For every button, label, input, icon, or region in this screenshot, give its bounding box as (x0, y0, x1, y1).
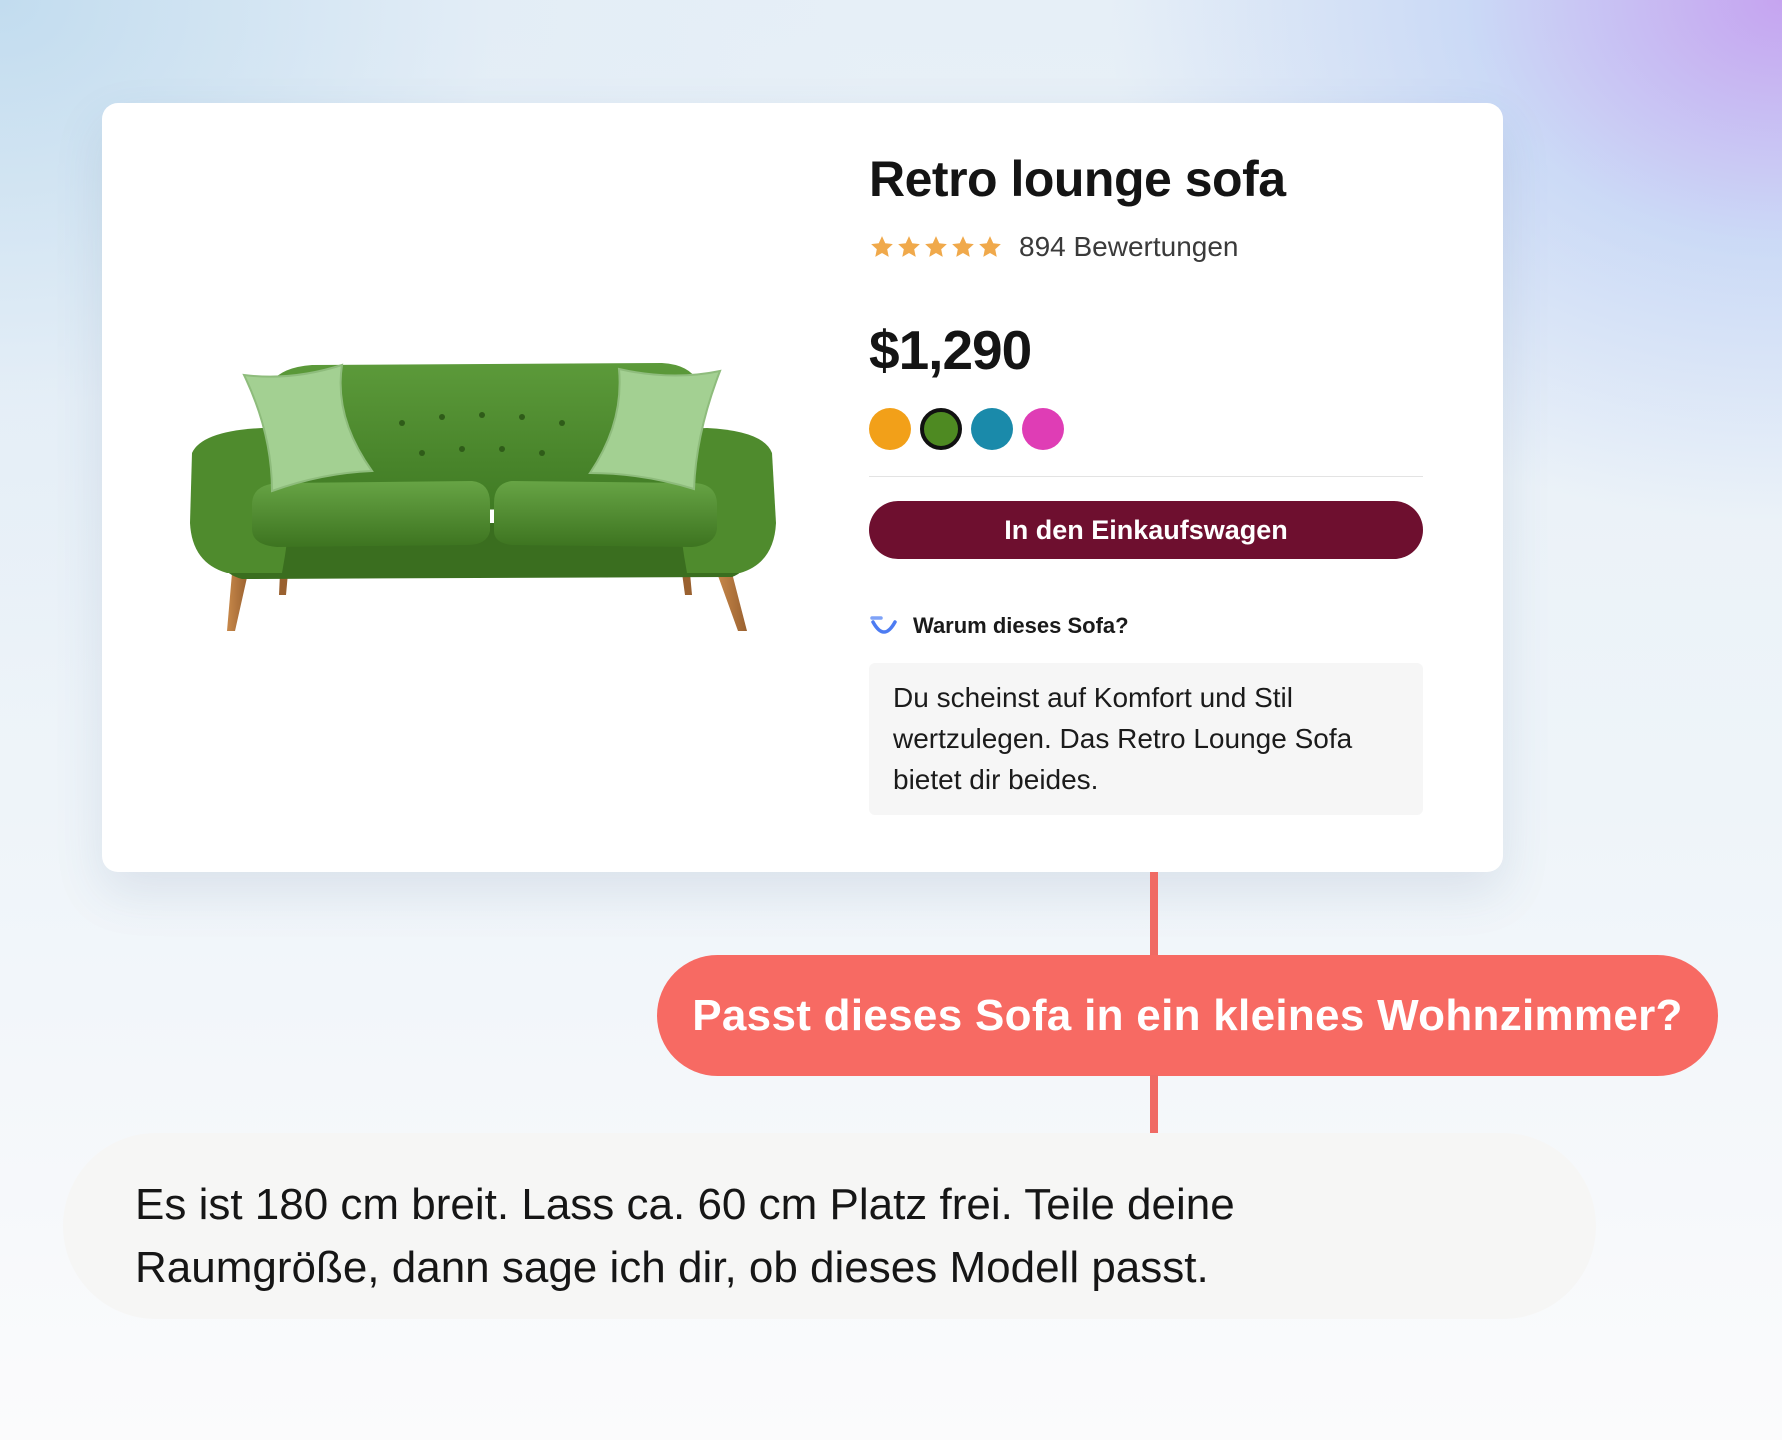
connector-line (1150, 872, 1158, 957)
sofa-image (190, 363, 776, 631)
why-this-sofa-label: Warum dieses Sofa? (913, 613, 1129, 638)
assistant-answer-bubble: Es ist 180 cm breit. Lass ca. 60 cm Plat… (63, 1133, 1596, 1319)
why-this-sofa-header: Warum dieses Sofa? (869, 613, 1129, 639)
star-icon (979, 236, 1001, 257)
assistant-answer-line: Raumgröße, dann sage ich dir, ob dieses … (135, 1243, 1209, 1292)
star-icon (925, 236, 947, 257)
assistant-answer-line: Es ist 180 cm breit. Lass ca. 60 cm Plat… (135, 1180, 1235, 1229)
color-swatch-pink[interactable] (1022, 408, 1064, 450)
why-this-sofa-text: Du scheinst auf Komfort und Stil wertzul… (869, 663, 1423, 815)
ai-sparkle-icon (870, 616, 897, 634)
rating-count[interactable]: 894 Bewertungen (1019, 231, 1239, 263)
star-icon (952, 236, 974, 257)
product-card: Retro lounge sofa 894 Bewertungen $1,290… (102, 103, 1503, 872)
product-title: Retro lounge sofa (869, 151, 1286, 207)
color-swatch-teal[interactable] (971, 408, 1013, 450)
star-icon (898, 236, 920, 257)
color-swatches (869, 408, 1064, 450)
product-price: $1,290 (869, 319, 1032, 381)
add-to-cart-button[interactable]: In den Einkaufswagen (869, 501, 1423, 559)
connector-line (1150, 1075, 1158, 1135)
user-question-bubble: Passt dieses Sofa in ein kleines Wohnzim… (657, 955, 1718, 1076)
user-question-text: Passt dieses Sofa in ein kleines Wohnzim… (692, 990, 1683, 1040)
color-swatch-orange[interactable] (869, 408, 911, 450)
color-swatch-green[interactable] (920, 408, 962, 450)
rating-stars (869, 234, 1003, 260)
divider (869, 476, 1423, 477)
rating: 894 Bewertungen (869, 231, 1239, 263)
star-icon (871, 236, 893, 257)
